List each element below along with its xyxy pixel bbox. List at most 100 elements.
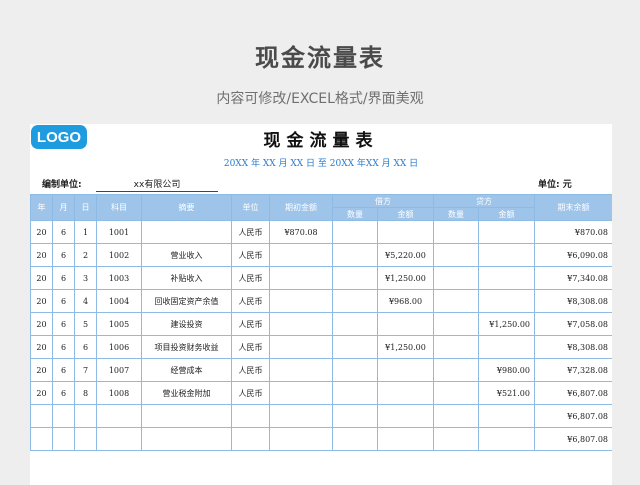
cell-credit-amount[interactable]: [478, 335, 535, 359]
cell-month[interactable]: [52, 427, 75, 451]
cell-subject[interactable]: 1001: [96, 220, 142, 244]
cell-debit-amount[interactable]: [377, 381, 434, 405]
cell-year[interactable]: 20: [30, 289, 53, 313]
cell-year[interactable]: 20: [30, 312, 53, 336]
cell-closing[interactable]: ¥6,090.08: [534, 243, 612, 267]
cell-year[interactable]: 20: [30, 220, 53, 244]
cell-year[interactable]: 20: [30, 335, 53, 359]
cell-opening[interactable]: [269, 266, 333, 290]
cell-opening[interactable]: [269, 381, 333, 405]
cell-closing[interactable]: ¥7,340.08: [534, 266, 612, 290]
cell-subject[interactable]: 1007: [96, 358, 142, 382]
cell-day[interactable]: 2: [74, 243, 97, 267]
cell-summary[interactable]: [141, 404, 232, 428]
cell-debit-qty[interactable]: [332, 289, 378, 313]
cell-credit-qty[interactable]: [433, 427, 479, 451]
cell-unit[interactable]: 人民币: [231, 312, 270, 336]
cell-credit-amount[interactable]: [478, 427, 535, 451]
cell-opening[interactable]: [269, 289, 333, 313]
cell-month[interactable]: 6: [52, 335, 75, 359]
cell-month[interactable]: 6: [52, 266, 75, 290]
cell-credit-amount[interactable]: [478, 404, 535, 428]
cell-year[interactable]: [30, 427, 53, 451]
cell-unit[interactable]: 人民币: [231, 220, 270, 244]
cell-credit-qty[interactable]: [433, 312, 479, 336]
cell-credit-qty[interactable]: [433, 358, 479, 382]
cell-credit-amount[interactable]: ¥1,250.00: [478, 312, 535, 336]
cell-debit-amount[interactable]: [377, 404, 434, 428]
cell-day[interactable]: 1: [74, 220, 97, 244]
cell-opening[interactable]: [269, 427, 333, 451]
cell-subject[interactable]: 1005: [96, 312, 142, 336]
cell-day[interactable]: 4: [74, 289, 97, 313]
cell-debit-qty[interactable]: [332, 358, 378, 382]
cell-day[interactable]: 5: [74, 312, 97, 336]
cell-credit-qty[interactable]: [433, 404, 479, 428]
cell-debit-amount[interactable]: ¥1,250.00: [377, 335, 434, 359]
cell-month[interactable]: 6: [52, 243, 75, 267]
cell-opening[interactable]: [269, 243, 333, 267]
cell-month[interactable]: [52, 404, 75, 428]
cell-credit-amount[interactable]: [478, 266, 535, 290]
cell-opening[interactable]: [269, 335, 333, 359]
cell-debit-qty[interactable]: [332, 243, 378, 267]
cell-unit[interactable]: [231, 404, 270, 428]
cell-credit-amount[interactable]: [478, 289, 535, 313]
cell-unit[interactable]: 人民币: [231, 266, 270, 290]
cell-debit-qty[interactable]: [332, 266, 378, 290]
cell-opening[interactable]: [269, 404, 333, 428]
cell-credit-amount[interactable]: [478, 220, 535, 244]
cell-summary[interactable]: 营业收入: [141, 243, 232, 267]
cell-debit-amount[interactable]: [377, 220, 434, 244]
cell-month[interactable]: 6: [52, 381, 75, 405]
cell-unit[interactable]: [231, 427, 270, 451]
cell-opening[interactable]: ¥870.08: [269, 220, 333, 244]
cell-day[interactable]: 3: [74, 266, 97, 290]
cell-closing[interactable]: ¥6,807.08: [534, 427, 612, 451]
cell-closing[interactable]: ¥8,308.08: [534, 335, 612, 359]
cell-debit-qty[interactable]: [332, 381, 378, 405]
cell-closing[interactable]: ¥7,058.08: [534, 312, 612, 336]
cell-month[interactable]: 6: [52, 289, 75, 313]
cell-credit-qty[interactable]: [433, 335, 479, 359]
cell-unit[interactable]: 人民币: [231, 243, 270, 267]
cell-month[interactable]: 6: [52, 220, 75, 244]
cell-debit-amount[interactable]: ¥5,220.00: [377, 243, 434, 267]
cell-debit-amount[interactable]: ¥1,250.00: [377, 266, 434, 290]
cell-year[interactable]: 20: [30, 243, 53, 267]
cell-subject[interactable]: 1008: [96, 381, 142, 405]
cell-month[interactable]: 6: [52, 312, 75, 336]
cell-credit-amount[interactable]: [478, 243, 535, 267]
cell-unit[interactable]: 人民币: [231, 289, 270, 313]
cell-closing[interactable]: ¥8,308.08: [534, 289, 612, 313]
cell-summary[interactable]: [141, 220, 232, 244]
cell-debit-qty[interactable]: [332, 220, 378, 244]
cell-subject[interactable]: 1003: [96, 266, 142, 290]
cell-year[interactable]: [30, 404, 53, 428]
cell-debit-amount[interactable]: ¥968.00: [377, 289, 434, 313]
cell-credit-qty[interactable]: [433, 266, 479, 290]
cell-closing[interactable]: ¥6,807.08: [534, 381, 612, 405]
cell-summary[interactable]: 项目投资财务收益: [141, 335, 232, 359]
cell-opening[interactable]: [269, 312, 333, 336]
cell-credit-qty[interactable]: [433, 381, 479, 405]
cell-month[interactable]: 6: [52, 358, 75, 382]
cell-unit[interactable]: 人民币: [231, 335, 270, 359]
cell-debit-qty[interactable]: [332, 335, 378, 359]
cell-credit-amount[interactable]: ¥521.00: [478, 381, 535, 405]
cell-debit-amount[interactable]: [377, 312, 434, 336]
cell-debit-amount[interactable]: [377, 358, 434, 382]
cell-debit-amount[interactable]: [377, 427, 434, 451]
cell-debit-qty[interactable]: [332, 312, 378, 336]
cell-closing[interactable]: ¥6,807.08: [534, 404, 612, 428]
cell-credit-amount[interactable]: ¥980.00: [478, 358, 535, 382]
cell-subject[interactable]: [96, 404, 142, 428]
cell-subject[interactable]: [96, 427, 142, 451]
cell-summary[interactable]: 补贴收入: [141, 266, 232, 290]
cell-day[interactable]: 6: [74, 335, 97, 359]
cell-day[interactable]: 8: [74, 381, 97, 405]
cell-credit-qty[interactable]: [433, 289, 479, 313]
cell-unit[interactable]: 人民币: [231, 381, 270, 405]
cell-day[interactable]: 7: [74, 358, 97, 382]
cell-year[interactable]: 20: [30, 381, 53, 405]
